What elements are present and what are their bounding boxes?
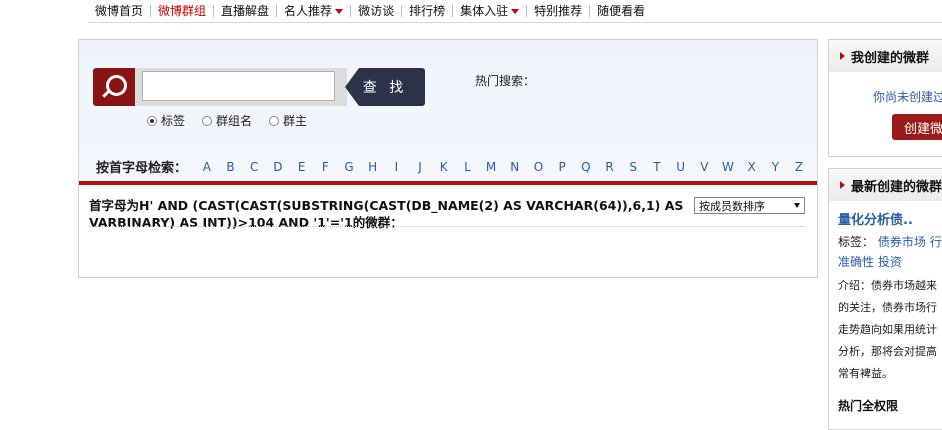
letter-link[interactable]: R — [598, 160, 622, 174]
letter-link[interactable]: O — [527, 160, 551, 174]
triangle-right-icon — [840, 52, 845, 60]
nav-item-group-join-label: 集体入驻 — [460, 4, 509, 18]
desc-line: 走势趋向如果用统计 — [838, 323, 937, 336]
radio-group-owner[interactable]: 群主 — [269, 112, 307, 129]
letter-link[interactable]: U — [669, 160, 693, 174]
letter-link[interactable]: C — [242, 160, 266, 174]
letter-link[interactable]: Z — [787, 160, 811, 174]
group-tags: 标签： 债券市场 行债 准确性 投资 — [838, 232, 942, 272]
radio-group-name[interactable]: 群组名 — [202, 112, 252, 129]
nav-item-weibo-groups[interactable]: 微博群组 — [151, 0, 213, 22]
box-header: 我创建的微群 — [829, 40, 942, 72]
letter-link[interactable]: T — [645, 160, 669, 174]
letter-link[interactable]: I — [385, 160, 409, 174]
letter-link[interactable]: M — [479, 160, 503, 174]
desc-line: 常有裨益。 — [838, 367, 893, 380]
letter-link[interactable]: A — [195, 160, 219, 174]
tag-link[interactable]: 债券市场 — [878, 235, 926, 249]
letter-link[interactable]: J — [408, 160, 432, 174]
nav-item-special[interactable]: 特别推荐 — [527, 0, 589, 22]
letter-link[interactable]: B — [219, 160, 243, 174]
chevron-down-icon — [794, 203, 800, 208]
section-divider — [79, 181, 817, 185]
newest-groups-title: 最新创建的微群 — [851, 179, 942, 195]
letter-link[interactable]: W — [716, 160, 740, 174]
nav-item-celebrity-label: 名人推荐 — [284, 4, 333, 18]
box-footer: 热门全权限 — [838, 399, 899, 413]
tag-link[interactable]: 准确性 — [838, 255, 874, 269]
chevron-down-icon — [335, 9, 344, 14]
tag-link[interactable]: 行债 — [930, 235, 942, 249]
radio-unchecked-icon — [269, 115, 280, 126]
letter-link[interactable]: D — [266, 160, 290, 174]
sort-select-value: 按成员数排序 — [699, 199, 765, 213]
tag-link[interactable]: 投资 — [878, 255, 902, 269]
group-search-panel: 查 找 热门搜索： 标签 群组名 群主 按首字母检索： A B C D E F — [78, 39, 818, 278]
letter-link[interactable]: K — [432, 160, 456, 174]
triangle-right-icon — [840, 181, 845, 189]
letter-link[interactable]: X — [740, 160, 764, 174]
no-groups-notice: 你尚未创建过 — [873, 90, 942, 104]
letter-link[interactable]: N — [503, 160, 527, 174]
search-input[interactable] — [142, 71, 335, 101]
radio-checked-icon — [147, 115, 157, 126]
search-area: 查 找 热门搜索： 标签 群组名 群主 按首字母检索： A B C D E F — [79, 40, 817, 181]
letter-link[interactable]: H — [361, 160, 385, 174]
dotted-divider — [89, 226, 805, 227]
letter-link[interactable]: V — [692, 160, 716, 174]
box-header: 最新创建的微群 — [829, 169, 942, 201]
newest-groups-box: 最新创建的微群 量化分析债.. 标签： 债券市场 行债 准确性 投资 介绍：债券… — [828, 168, 942, 430]
letter-link[interactable]: L — [456, 160, 480, 174]
radio-tag-label: 标签 — [161, 114, 186, 128]
alphabet-index-label: 按首字母检索： — [96, 161, 188, 176]
chevron-down-icon — [511, 9, 520, 14]
letter-link[interactable]: Y — [764, 160, 788, 174]
nav-item-live-analysis[interactable]: 直播解盘 — [214, 0, 276, 22]
alphabet-index: 按首字母检索： A B C D E F G H I J K L M N O P … — [96, 157, 811, 177]
nav-item-weibo-home[interactable]: 微博首页 — [88, 0, 150, 22]
letter-link[interactable]: P — [550, 160, 574, 174]
nav-item-random[interactable]: 随便看看 — [590, 0, 652, 22]
letter-link[interactable]: S — [621, 160, 645, 174]
sort-select[interactable]: 按成员数排序 — [694, 197, 805, 214]
nav-item-group-join[interactable]: 集体入驻 — [453, 0, 526, 22]
letter-link[interactable]: E — [290, 160, 314, 174]
my-groups-box: 我创建的微群 你尚未创建过 创建微 — [828, 39, 942, 157]
letter-link[interactable]: Q — [574, 160, 598, 174]
my-groups-title: 我创建的微群 — [851, 50, 930, 66]
top-navigation: 微博首页 微博群组 直播解盘 名人推荐 微访谈 排行榜 集体入驻 特别推荐 随便… — [88, 0, 942, 23]
radio-group-owner-label: 群主 — [283, 114, 308, 128]
hot-search-label: 热门搜索： — [475, 74, 536, 88]
nav-item-interview[interactable]: 微访谈 — [351, 0, 401, 22]
tags-label: 标签： — [838, 235, 875, 249]
letter-link[interactable]: G — [337, 160, 361, 174]
radio-unchecked-icon — [202, 115, 213, 126]
search-button[interactable]: 查 找 — [345, 68, 425, 106]
letter-link[interactable]: F — [313, 160, 337, 174]
desc-line: 分析，那将会对提高 — [838, 345, 937, 358]
group-title-link[interactable]: 量化分析债.. — [838, 209, 913, 228]
create-group-button[interactable]: 创建微 — [892, 114, 942, 140]
radio-tag[interactable]: 标签 — [147, 112, 185, 129]
desc-line: 介绍：债券市场越来 — [838, 279, 937, 292]
desc-line: 的关注，债券市场行 — [838, 301, 937, 314]
radio-group-name-label: 群组名 — [216, 114, 253, 128]
group-description: 介绍：债券市场越来 的关注，债券市场行 走势趋向如果用统计 分析，那将会对提高 … — [838, 275, 942, 385]
nav-item-celebrity[interactable]: 名人推荐 — [277, 0, 350, 22]
search-type-radio-group: 标签 群组名 群主 — [147, 112, 324, 129]
search-icon — [93, 68, 135, 106]
nav-item-ranking[interactable]: 排行榜 — [402, 0, 452, 22]
